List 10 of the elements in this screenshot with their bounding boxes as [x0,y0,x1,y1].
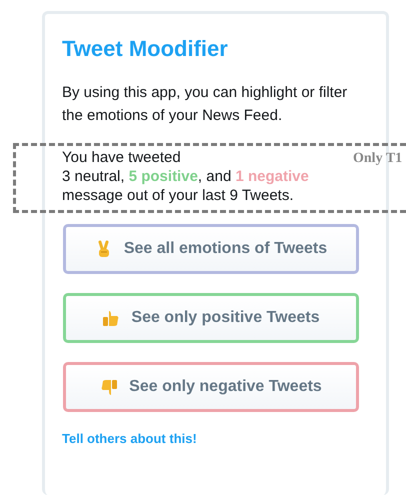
thumbs-up-icon [102,308,120,328]
share-link[interactable]: Tell others about this! [62,431,197,446]
description-text: By using this app, you can highlight or filter the emotions of your News Feed. [62,83,348,126]
thumbs-down-icon [100,378,118,396]
filter-button[interactable]: See only positive Tweets [63,293,359,343]
tweet-summary-text: You have tweeted 3 neutral, 5 positive, and 1 negative message out of your last 9 Tweets. [62,148,309,205]
annotation-label: Only T1 [353,151,402,167]
filter-button[interactable]: See only negative Tweets [63,362,359,412]
filter-button[interactable]: See all emotions of Tweets [63,224,359,274]
app-title: Tweet Moodifier [62,36,229,62]
